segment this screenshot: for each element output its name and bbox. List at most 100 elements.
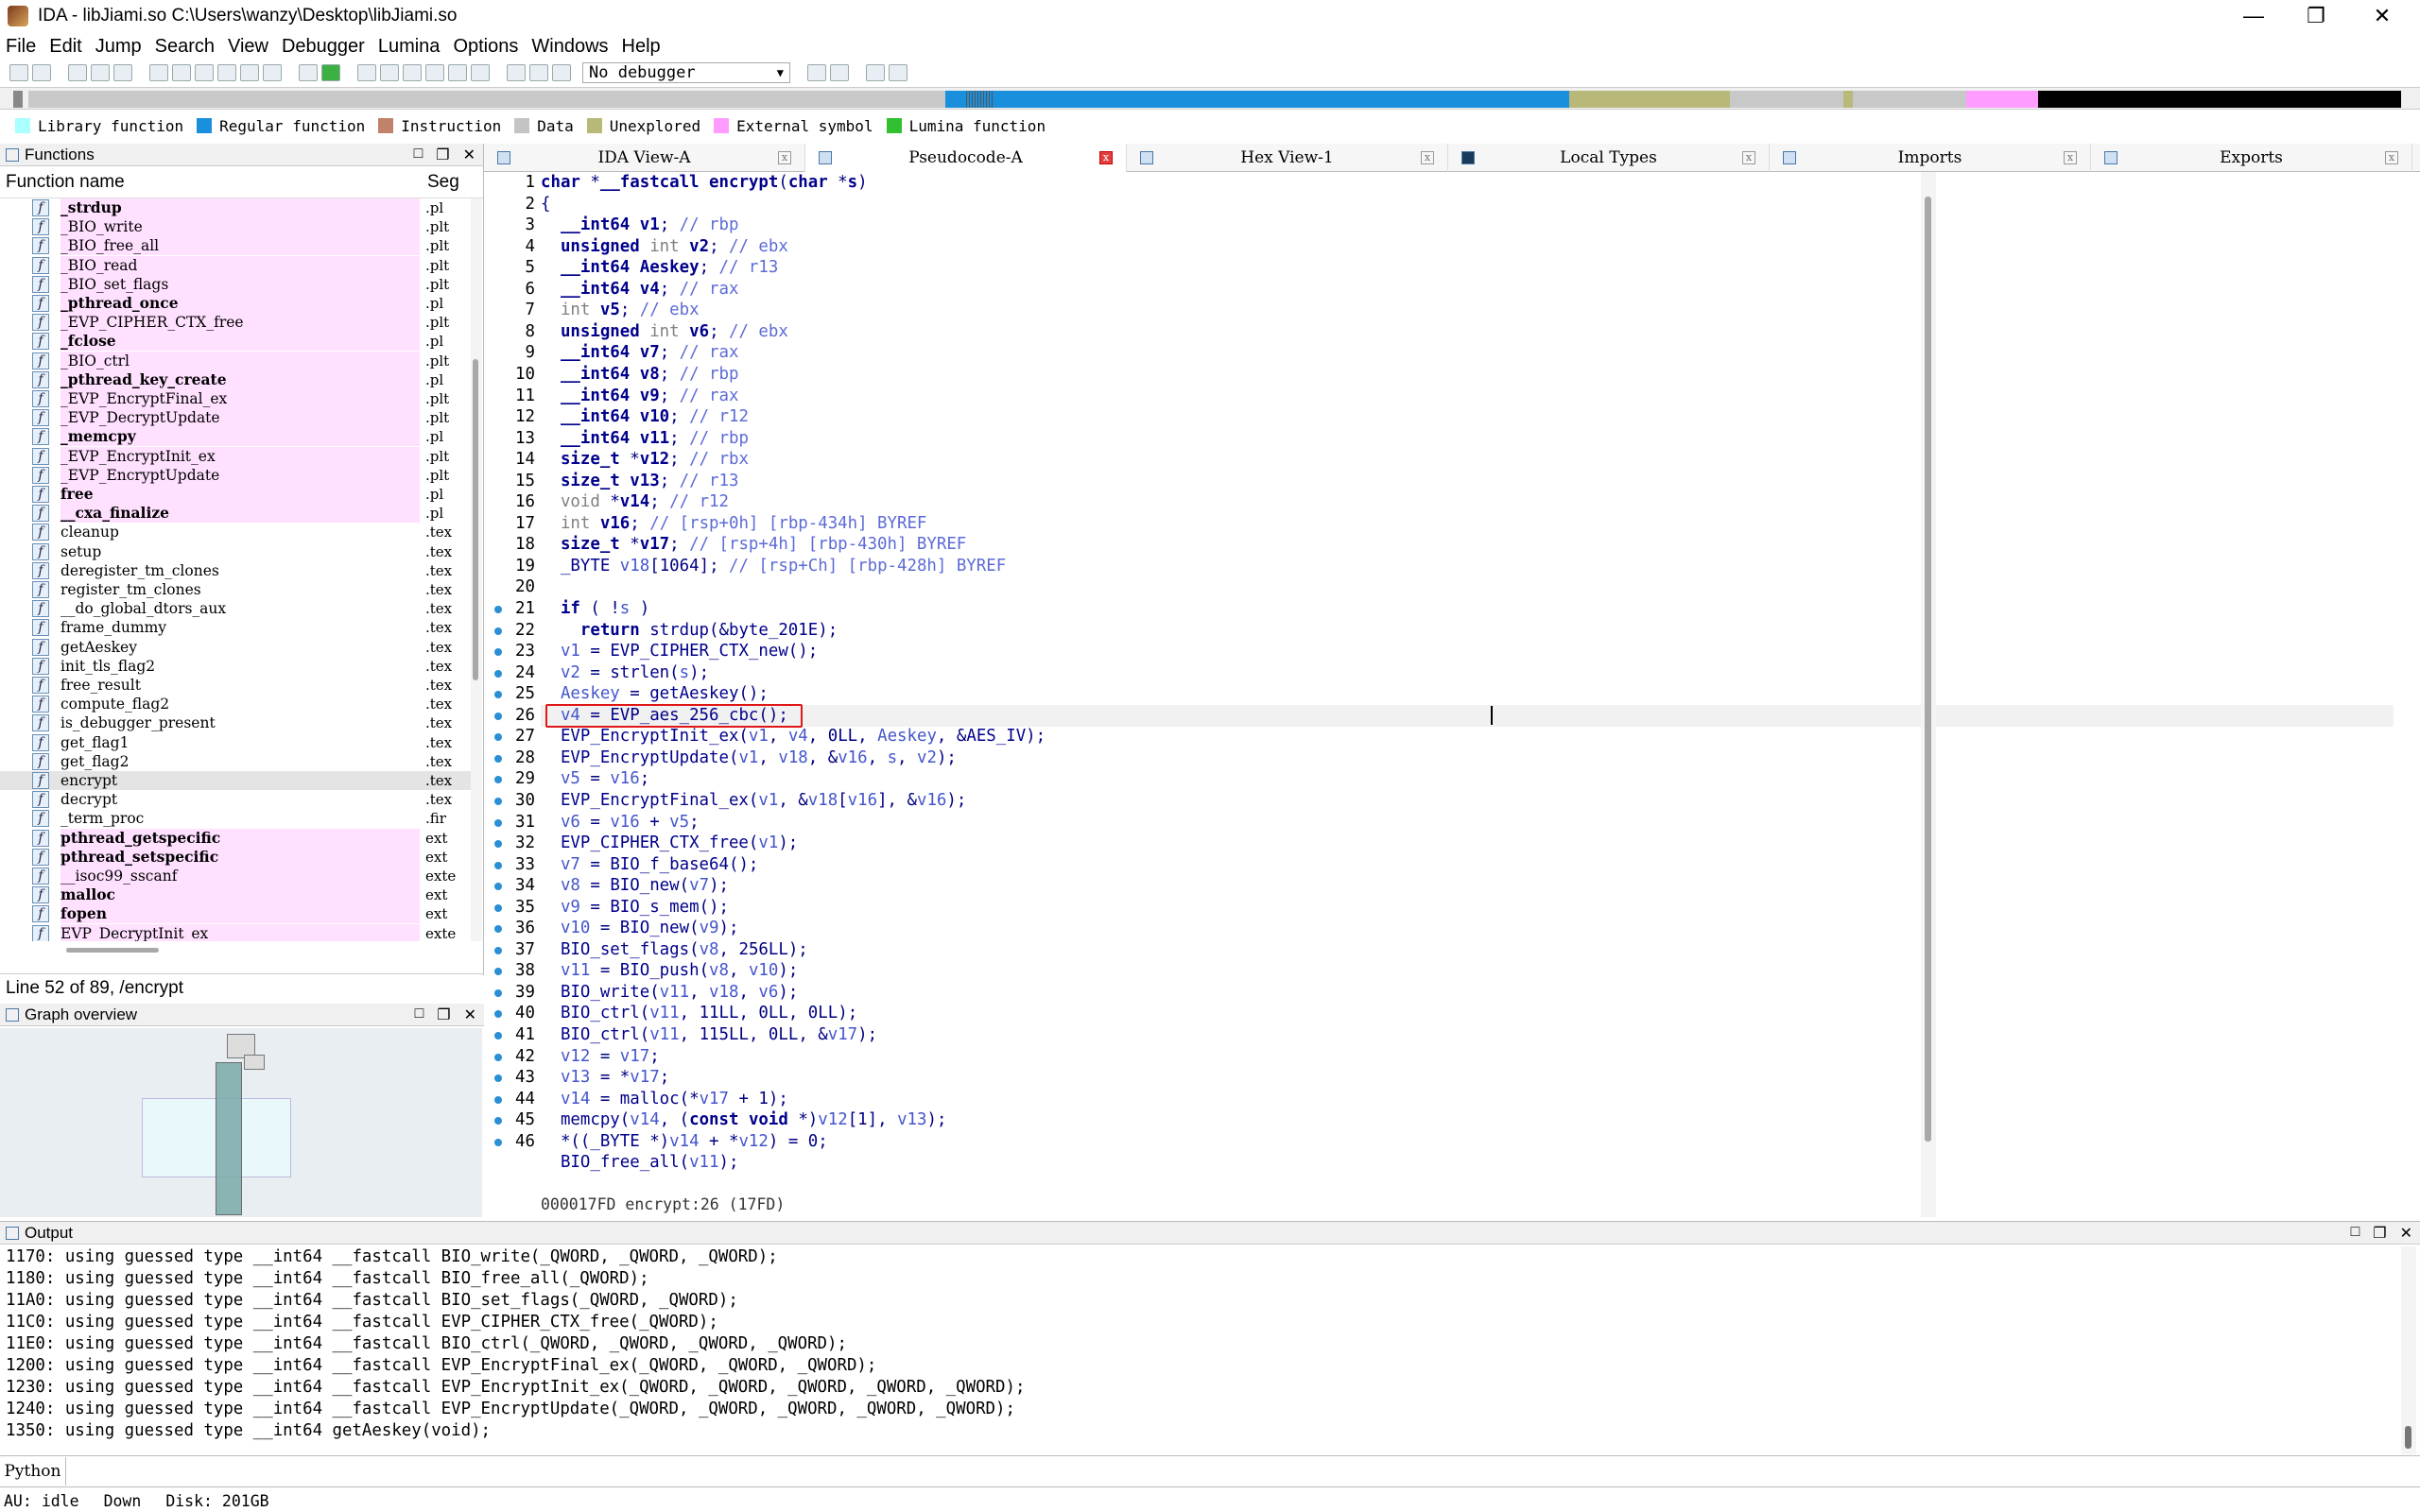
menu-edit[interactable]: Edit [49,36,81,58]
code-line[interactable]: v12 = v17; [541,1046,2394,1068]
menu-search[interactable]: Search [155,36,215,58]
function-row[interactable]: f _BIO_read .plt [0,255,471,275]
menu-options[interactable]: Options [453,36,518,58]
breakpoint-dot-icon[interactable] [494,818,502,827]
function-row[interactable]: f free_result .tex [0,676,471,695]
tab-close-icon[interactable]: x [1742,151,1755,164]
navigation-band[interactable] [0,87,2420,110]
output-text[interactable]: 1170: using guessed type __int64 __fastc… [6,1246,2397,1454]
breakpoint-dot-icon[interactable] [494,903,502,912]
function-row[interactable]: f _EVP_EncryptInit_ex .plt [0,446,471,466]
code-line[interactable] [541,576,2394,598]
function-row[interactable]: f register_tm_clones .tex [0,580,471,599]
code-line[interactable]: { [541,194,2394,215]
code-line[interactable]: EVP_EncryptInit_ex(v1, v4, 0LL, Aeskey, … [541,726,2394,747]
breakpoint-dot-icon[interactable] [494,1032,502,1040]
detach-icon[interactable] [830,64,849,81]
code-line[interactable]: v4 = EVP_aes_256_cbc(); [541,704,2394,727]
tab-imports[interactable]: Imports x [1770,144,2091,172]
code-line[interactable]: __int64 v8; // rbp [541,364,2394,386]
function-row[interactable]: f free .pl [0,485,471,504]
function-row[interactable]: f _EVP_CIPHER_CTX_free .plt [0,313,471,333]
breakpoint-dot-icon[interactable] [494,669,502,678]
panel-close-icon[interactable]: ✕ [2400,1224,2412,1243]
function-row[interactable]: f decrypt .tex [0,790,471,809]
function-row[interactable]: f is_debugger_present .tex [0,713,471,732]
pause-icon[interactable] [529,64,548,81]
code-line[interactable]: __int64 v4; // rax [541,279,2394,301]
function-row[interactable]: f _EVP_EncryptFinal_ex .plt [0,389,471,408]
alphabet-icon[interactable] [263,64,282,81]
code-line[interactable]: __int64 Aeskey; // r13 [541,257,2394,279]
search-binary-icon[interactable] [195,64,214,81]
function-row[interactable]: f pthread_setspecific ext [0,847,471,867]
code-line[interactable]: char *__fastcall encrypt(char *s) [541,172,2394,194]
panel-float-icon[interactable]: ❐ [437,1005,450,1024]
function-row[interactable]: f init_tls_flag2 .tex [0,657,471,676]
code-line[interactable]: return strdup(&byte_201E); [541,620,2394,642]
code-line[interactable]: int v16; // [rsp+0h] [rbp-434h] BYREF [541,513,2394,535]
tab-pseudocode-a[interactable]: Pseudocode-A x [805,144,1127,172]
code-line[interactable]: size_t v13; // r13 [541,471,2394,492]
panel-maximize-icon[interactable]: □ [414,146,424,164]
maximize-icon[interactable]: ❐ [2288,0,2344,32]
jump-icon[interactable] [240,64,259,81]
menu-help[interactable]: Help [622,36,661,58]
menu-lumina[interactable]: Lumina [378,36,441,58]
function-row[interactable]: f get_flag2 .tex [0,752,471,771]
search-text-icon[interactable] [172,64,191,81]
tab-close-icon[interactable]: x [1421,151,1434,164]
tab-ida-view-a[interactable]: IDA View-A x [484,144,805,172]
function-row[interactable]: f malloc ext [0,885,471,905]
function-row[interactable]: f _EVP_EncryptUpdate .plt [0,465,471,485]
data-icon[interactable] [380,64,399,81]
open-icon[interactable] [9,64,28,81]
layout-list-icon[interactable] [889,64,908,81]
code-line[interactable]: if ( !s ) [541,598,2394,620]
function-row[interactable]: f __cxa_finalize .pl [0,504,471,524]
code-line[interactable]: BIO_set_flags(v8, 256LL); [541,939,2394,961]
menu-windows[interactable]: Windows [531,36,608,58]
function-row[interactable]: f compute_flag2 .tex [0,695,471,713]
code-line[interactable]: memcpy(v14, (const void *)v12[1], v13); [541,1109,2394,1131]
tab-local-types[interactable]: Local Types x [1448,144,1770,172]
function-row[interactable]: f cleanup .tex [0,523,471,541]
function-row[interactable]: f encrypt .tex [0,771,471,790]
column-segment[interactable]: Seg [427,172,459,193]
function-row[interactable]: f EVP_DecryptInit_ex exte [0,923,471,941]
functions-list[interactable]: f _strdup .pl f _BIO_write .plt f _BIO_free_all… [0,198,471,941]
code-line[interactable]: v8 = BIO_new(v7); [541,875,2394,897]
breakpoint-dot-icon[interactable] [494,946,502,954]
code-line[interactable]: v5 = v16; [541,768,2394,790]
code-line[interactable]: v9 = BIO_s_mem(); [541,897,2394,919]
graph-icon[interactable] [299,64,318,81]
python-button[interactable]: Python [0,1457,66,1486]
panel-float-icon[interactable]: ❐ [2373,1224,2386,1243]
breakpoint-dot-icon[interactable] [494,1138,502,1146]
code-line[interactable]: size_t *v17; // [rsp+4h] [rbp-430h] BYRE… [541,534,2394,556]
menu-view[interactable]: View [228,36,268,58]
function-row[interactable]: f getAeskey .tex [0,638,471,657]
attach-icon[interactable] [807,64,826,81]
function-row[interactable]: f setup .tex [0,542,471,561]
undefine-icon[interactable] [471,64,490,81]
breakpoint-dot-icon[interactable] [494,1053,502,1061]
functions-scrollbar[interactable] [471,198,482,941]
function-row[interactable]: f _fclose .pl [0,332,471,352]
code-line[interactable]: v13 = *v17; [541,1067,2394,1089]
function-row[interactable]: f _pthread_once .pl [0,294,471,313]
code-line[interactable]: unsigned int v6; // ebx [541,321,2394,343]
code-line[interactable]: __int64 v7; // rax [541,342,2394,364]
breakpoint-dot-icon[interactable] [494,754,502,763]
pseudocode-view[interactable]: 1 2 3 4 5 6 7 8 9 10 11 12 13 14 15 16 17 18 19 20 21 22 23 24 2… [484,172,2405,1217]
function-row[interactable]: f get_flag1 .tex [0,733,471,752]
function-row[interactable]: f _pthread_key_create .pl [0,369,471,389]
code-line[interactable]: unsigned int v2; // ebx [541,236,2394,258]
code-line[interactable]: int v5; // ebx [541,300,2394,321]
code-line[interactable]: __int64 v1; // rbp [541,215,2394,236]
panel-float-icon[interactable]: ❐ [436,146,449,164]
function-row[interactable]: f deregister_tm_clones .tex [0,561,471,580]
breakpoint-dot-icon[interactable] [494,627,502,635]
tab-close-icon[interactable]: x [778,151,791,164]
breakpoint-dot-icon[interactable] [494,861,502,869]
